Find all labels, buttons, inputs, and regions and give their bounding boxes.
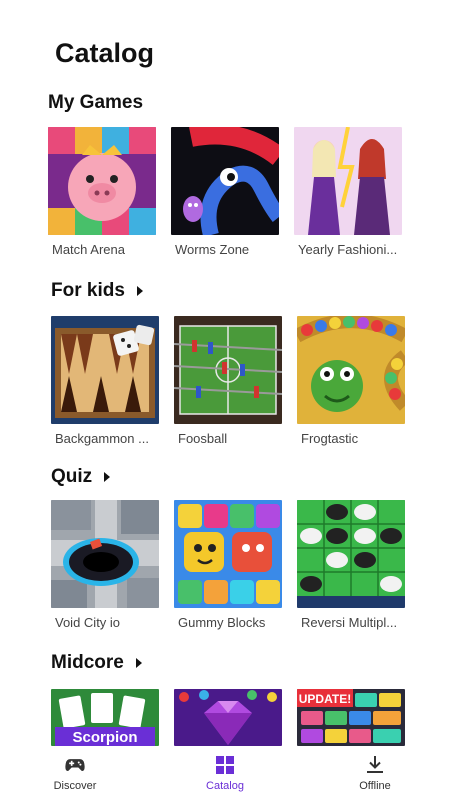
scorpion-logo-text: Scorpion (72, 729, 137, 746)
reversi-thumbnail (297, 500, 405, 608)
game-caption: Frogtastic (301, 431, 359, 446)
bottom-navigation: Discover Catalog Offline (0, 746, 450, 800)
game-caption: Worms Zone (175, 242, 250, 257)
section-title-label: Quiz (51, 466, 93, 487)
chevron-right-icon (135, 658, 142, 668)
game-caption: Foosball (178, 431, 228, 446)
void-city-thumbnail (51, 500, 159, 608)
game-tile-yearly-fashion[interactable] (294, 127, 402, 235)
game-tile-gummy-blocks[interactable] (174, 500, 282, 608)
update-banner-text: UPDATE! (299, 692, 351, 706)
nav-label-catalog: Catalog (206, 780, 244, 792)
gamepad-icon (65, 759, 85, 771)
game-caption: Backgammon ... (55, 431, 149, 446)
block-update-thumbnail: UPDATE! (297, 689, 405, 746)
chevron-right-icon (104, 472, 111, 482)
game-tile-void-city[interactable] (51, 500, 159, 608)
download-icon (367, 756, 383, 773)
section-title-label: For kids (51, 280, 125, 301)
section-title-label: Midcore (51, 652, 124, 673)
scorpion-thumbnail: Scorpion (51, 689, 159, 746)
page-title: Catalog (55, 38, 155, 68)
section-title-midcore[interactable]: Midcore (51, 652, 142, 674)
section-title-quiz[interactable]: Quiz (51, 466, 111, 488)
foosball-thumbnail (174, 316, 282, 424)
game-caption: Reversi Multipl... (301, 615, 398, 630)
nav-label-offline: Offline (359, 780, 391, 792)
game-tile-scorpion[interactable]: Scorpion (51, 689, 159, 746)
frogtastic-thumbnail (297, 316, 405, 424)
game-caption: Yearly Fashioni... (298, 242, 398, 257)
nav-discover[interactable]: Discover (0, 746, 150, 800)
game-tile-foosball[interactable] (174, 316, 282, 424)
jewel-thumbnail (174, 689, 282, 746)
game-caption: Match Arena (52, 242, 125, 257)
game-tile-block-update[interactable]: UPDATE! (297, 689, 405, 746)
section-title-for-kids[interactable]: For kids (51, 280, 143, 302)
section-title-label: My Games (48, 92, 144, 113)
nav-offline[interactable]: Offline (300, 746, 450, 800)
section-title-my-games[interactable]: My Games (48, 92, 143, 114)
game-tile-match-arena[interactable] (48, 127, 156, 235)
worms-zone-thumbnail (171, 127, 279, 235)
game-caption: Void City io (55, 615, 121, 630)
yearly-fashion-thumbnail (294, 127, 402, 235)
game-tile-frogtastic[interactable] (297, 316, 405, 424)
chevron-right-icon (136, 286, 143, 296)
nav-catalog[interactable]: Catalog (150, 746, 300, 800)
game-tile-jewel[interactable] (174, 689, 282, 746)
grid-icon (216, 756, 234, 774)
game-tile-worms-zone[interactable] (171, 127, 279, 235)
backgammon-thumbnail (51, 316, 159, 424)
game-tile-backgammon[interactable] (51, 316, 159, 424)
match-arena-thumbnail (48, 127, 156, 235)
game-tile-reversi[interactable] (297, 500, 405, 608)
nav-label-discover: Discover (53, 780, 97, 792)
game-caption: Gummy Blocks (178, 615, 266, 630)
gummy-blocks-thumbnail (174, 500, 282, 608)
